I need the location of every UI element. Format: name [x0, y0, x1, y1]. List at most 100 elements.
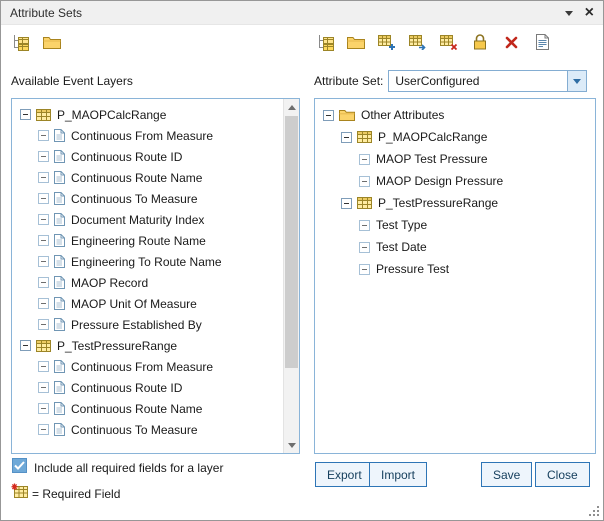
tree-item[interactable]: P_TestPressureRange [12, 335, 283, 356]
field-box-icon[interactable] [38, 130, 49, 141]
available-layers-tree[interactable]: P_MAOPCalcRangeContinuous From MeasureCo… [12, 99, 283, 453]
collapse-minus-icon[interactable] [341, 132, 352, 143]
doc-icon [54, 255, 65, 268]
tree-item-label: Other Attributes [360, 108, 444, 122]
attribute-set-dropdown[interactable]: UserConfigured [388, 70, 587, 92]
field-box-icon[interactable] [38, 235, 49, 246]
include-required-fields-checkbox[interactable] [12, 458, 27, 473]
doc-icon [54, 297, 65, 310]
tree-item[interactable]: MAOP Design Pressure [315, 170, 595, 192]
table-icon [357, 197, 372, 209]
collapse-minus-icon[interactable] [323, 110, 334, 121]
available-layers-panel: P_MAOPCalcRangeContinuous From MeasureCo… [11, 98, 300, 454]
field-box-icon[interactable] [38, 277, 49, 288]
save-set-icon[interactable] [469, 32, 491, 52]
tree-item[interactable]: Continuous Route ID [12, 146, 283, 167]
tree-item-label: Engineering To Route Name [70, 255, 222, 269]
tree-item[interactable]: MAOP Unit Of Measure [12, 293, 283, 314]
doc-icon [54, 276, 65, 289]
tree-item[interactable]: Continuous From Measure [12, 356, 283, 377]
field-box-icon[interactable] [38, 193, 49, 204]
tree-item[interactable]: Pressure Established By [12, 314, 283, 335]
collapse-minus-icon[interactable] [341, 198, 352, 209]
open-attribute-set-icon[interactable] [345, 32, 367, 52]
scroll-up-icon[interactable] [284, 99, 299, 115]
tree-item[interactable]: Continuous Route ID [12, 377, 283, 398]
tree-item-label: P_MAOPCalcRange [377, 130, 487, 144]
tree-item[interactable]: P_TestPressureRange [315, 192, 595, 214]
tree-item[interactable]: Continuous To Measure [12, 188, 283, 209]
tree-item[interactable]: Test Date [315, 236, 595, 258]
tree-item[interactable]: MAOP Test Pressure [315, 148, 595, 170]
tree-item[interactable]: Engineering To Route Name [12, 251, 283, 272]
close-icon[interactable]: × [585, 6, 594, 20]
remove-table-icon[interactable] [438, 32, 460, 52]
doc-icon [54, 360, 65, 373]
attribute-set-tree[interactable]: Other Attributes P_MAOPCalcRange MAOP Test… [315, 99, 595, 453]
save-button[interactable]: Save [481, 462, 532, 487]
import-button[interactable]: Import [369, 462, 427, 487]
field-box-icon[interactable] [38, 361, 49, 372]
field-box-icon[interactable] [38, 319, 49, 330]
tree-item-label: Document Maturity Index [70, 213, 204, 227]
delete-icon[interactable] [500, 32, 522, 52]
tree-item-label: Test Type [375, 218, 427, 232]
tree-item-label: MAOP Unit Of Measure [70, 297, 197, 311]
table-icon [36, 109, 51, 121]
scroll-down-icon[interactable] [284, 437, 299, 453]
collapse-minus-icon[interactable] [20, 109, 31, 120]
titlebar[interactable]: Attribute Sets × [1, 1, 603, 25]
field-box-icon[interactable] [38, 298, 49, 309]
chevron-down-icon[interactable] [565, 11, 573, 16]
field-box-icon[interactable] [38, 403, 49, 414]
tree-item-label: P_MAOPCalcRange [56, 108, 166, 122]
tree-item[interactable]: Other Attributes [315, 104, 595, 126]
tree-item[interactable]: Test Type [315, 214, 595, 236]
tree-item[interactable]: Document Maturity Index [12, 209, 283, 230]
tree-item[interactable]: Continuous To Measure [12, 419, 283, 440]
dropdown-arrow-button[interactable] [567, 71, 586, 91]
tree-item-label: Engineering Route Name [70, 234, 206, 248]
tree-item[interactable]: P_MAOPCalcRange [315, 126, 595, 148]
toolbar-left [9, 32, 63, 52]
tree-item-label: Continuous To Measure [70, 192, 198, 206]
tree-item[interactable]: Continuous From Measure [12, 125, 283, 146]
tree-item[interactable]: Continuous Route Name [12, 167, 283, 188]
field-box-icon[interactable] [359, 220, 370, 231]
open-attribute-set-icon[interactable] [41, 32, 63, 52]
tree-item[interactable]: Continuous Route Name [12, 398, 283, 419]
field-box-icon[interactable] [359, 264, 370, 275]
tree-item[interactable]: Pressure Test [315, 258, 595, 280]
field-box-icon[interactable] [38, 424, 49, 435]
field-box-icon[interactable] [38, 382, 49, 393]
field-box-icon[interactable] [359, 242, 370, 253]
tree-item-label: Continuous To Measure [70, 423, 198, 437]
import-table-icon[interactable] [407, 32, 429, 52]
field-box-icon[interactable] [359, 176, 370, 187]
collapse-minus-icon[interactable] [20, 340, 31, 351]
field-box-icon[interactable] [38, 256, 49, 267]
tree-item-label: P_TestPressureRange [56, 339, 177, 353]
scrollbar-thumb[interactable] [285, 116, 298, 368]
new-attribute-set-icon[interactable] [314, 32, 336, 52]
add-table-icon[interactable] [376, 32, 398, 52]
field-box-icon[interactable] [38, 214, 49, 225]
tree-item[interactable]: Engineering Route Name [12, 230, 283, 251]
chevron-down-icon [573, 79, 581, 84]
attribute-set-label: Attribute Set: [314, 74, 388, 88]
field-box-icon[interactable] [38, 172, 49, 183]
tree-item[interactable]: P_MAOPCalcRange [12, 104, 283, 125]
tree-item-label: Continuous Route Name [70, 171, 202, 185]
new-attribute-set-icon[interactable] [9, 32, 31, 52]
field-box-icon[interactable] [38, 151, 49, 162]
resize-grip[interactable] [588, 505, 599, 516]
field-box-icon[interactable] [359, 154, 370, 165]
vertical-scrollbar[interactable] [283, 99, 299, 453]
report-icon[interactable] [531, 32, 553, 52]
attribute-set-row: Attribute Set: UserConfigured [314, 70, 587, 92]
tree-item[interactable]: MAOP Record [12, 272, 283, 293]
tree-item-label: Continuous From Measure [70, 360, 213, 374]
export-button[interactable]: Export [315, 462, 374, 487]
table-icon [357, 131, 372, 143]
close-button[interactable]: Close [535, 462, 590, 487]
